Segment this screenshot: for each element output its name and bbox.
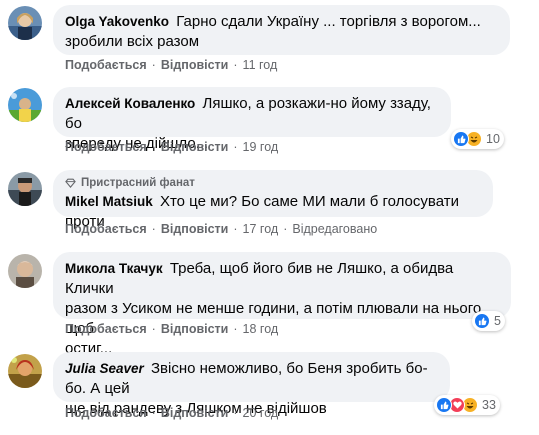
like-button[interactable]: Подобається xyxy=(65,322,147,336)
avatar[interactable] xyxy=(8,254,42,288)
separator: · xyxy=(151,140,156,154)
separator: · xyxy=(233,406,238,420)
separator: · xyxy=(151,322,156,336)
reactions-summary[interactable]: 10 xyxy=(451,129,504,149)
comment-text: Гарно сдали Україну ... торгівля з ворог… xyxy=(176,13,481,30)
like-reaction-icon xyxy=(474,313,490,329)
reply-button[interactable]: Відповісти xyxy=(161,58,229,72)
badge-label: Пристрасний фанат xyxy=(81,177,195,189)
separator: · xyxy=(151,406,156,420)
comment-actions: Подобається · Відповісти · 17 год · Відр… xyxy=(65,222,377,236)
author-name[interactable]: Olga Yakovenko xyxy=(65,14,169,29)
separator: · xyxy=(283,222,288,236)
edited-label[interactable]: Відредаговано xyxy=(292,222,377,236)
author-name[interactable]: Микола Ткачук xyxy=(65,261,163,276)
reaction-count: 10 xyxy=(486,132,500,146)
fan-badge[interactable]: Пристрасний фанат xyxy=(65,176,481,190)
comment-actions: Подобається · Відповісти · 19 год xyxy=(65,140,278,154)
timestamp[interactable]: 20 год xyxy=(243,406,279,420)
reaction-count: 33 xyxy=(482,398,496,412)
avatar[interactable] xyxy=(8,172,42,206)
comment-actions: Подобається · Відповісти · 20 год xyxy=(65,406,278,420)
reply-button[interactable]: Відповісти xyxy=(161,322,229,336)
timestamp[interactable]: 19 год xyxy=(243,140,279,154)
reply-button[interactable]: Відповісти xyxy=(161,222,229,236)
separator: · xyxy=(233,222,238,236)
comment-bubble: Алексей Коваленко Ляшко, а розкажи-но йо… xyxy=(53,87,451,152)
separator: · xyxy=(233,140,238,154)
avatar[interactable] xyxy=(8,6,42,40)
separator: · xyxy=(233,58,238,72)
comment-bubble: Julia Seaver Звісно неможливо, бо Беня з… xyxy=(53,352,450,417)
like-button[interactable]: Подобається xyxy=(65,58,147,72)
reactions-summary[interactable]: 33 xyxy=(434,395,500,415)
like-reaction-icon xyxy=(453,131,469,147)
reply-button[interactable]: Відповісти xyxy=(161,406,229,420)
like-button[interactable]: Подобається xyxy=(65,222,147,236)
reaction-count: 5 xyxy=(494,314,501,328)
separator: · xyxy=(151,222,156,236)
timestamp[interactable]: 17 год xyxy=(243,222,279,236)
comment-actions: Подобається · Відповісти · 11 год xyxy=(65,58,277,72)
author-name[interactable]: Julia Seaver xyxy=(65,361,144,376)
reply-button[interactable]: Відповісти xyxy=(161,140,229,154)
comment-actions: Подобається · Відповісти · 18 год xyxy=(65,322,278,336)
timestamp[interactable]: 18 год xyxy=(243,322,279,336)
comment-text: зробили всіх разом xyxy=(65,33,200,50)
comment-bubble: Микола Ткачук Треба, щоб його бив не Ляш… xyxy=(53,252,511,357)
like-button[interactable]: Подобається xyxy=(65,140,147,154)
separator: · xyxy=(233,322,238,336)
comment-bubble: Olga Yakovenko Гарно сдали Україну ... т… xyxy=(53,5,510,55)
author-name[interactable]: Mikel Matsiuk xyxy=(65,194,153,209)
timestamp[interactable]: 11 год xyxy=(243,58,278,72)
separator: · xyxy=(151,58,156,72)
author-name[interactable]: Алексей Коваленко xyxy=(65,96,195,111)
like-reaction-icon xyxy=(436,397,452,413)
avatar[interactable] xyxy=(8,88,42,122)
like-button[interactable]: Подобається xyxy=(65,406,147,420)
avatar[interactable] xyxy=(8,354,42,388)
comment-bubble: Пристрасний фанат Mikel Matsiuk Хто це м… xyxy=(53,170,493,230)
reactions-summary[interactable]: 5 xyxy=(472,311,505,331)
diamond-icon xyxy=(65,178,76,188)
